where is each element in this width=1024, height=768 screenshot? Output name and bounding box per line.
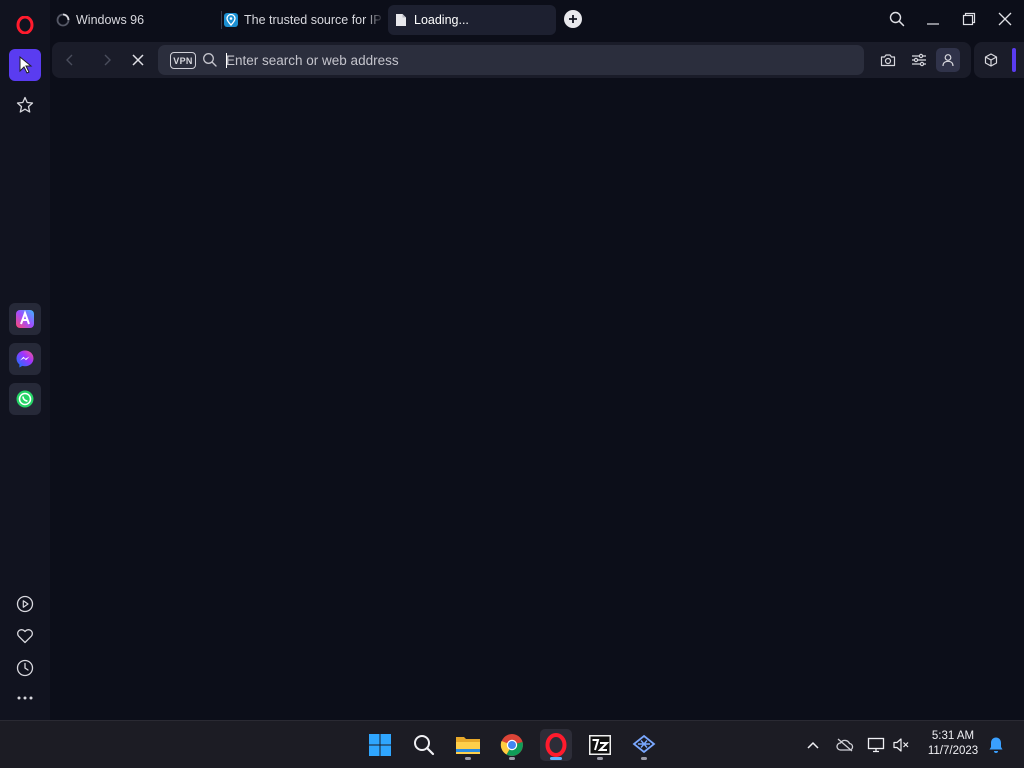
navigation-toolbar: VPN [52, 42, 971, 78]
messenger-icon[interactable] [9, 343, 41, 375]
forward-button[interactable] [96, 50, 118, 70]
close-window-button[interactable] [993, 8, 1017, 30]
windows-start-icon[interactable] [364, 729, 396, 761]
notification-bell-icon[interactable] [986, 735, 1006, 755]
system-clock[interactable]: 5:31 AM 11/7/2023 [922, 729, 984, 759]
active-indicator [550, 757, 562, 760]
address-bar: VPN [158, 45, 864, 75]
search-icon [202, 52, 218, 68]
profile-button[interactable] [936, 48, 960, 72]
restore-button[interactable] [957, 8, 981, 30]
clock-date: 11/7/2023 [927, 745, 979, 757]
search-icon[interactable] [408, 729, 440, 761]
running-indicator [509, 757, 515, 760]
page-icon [394, 13, 408, 27]
close-icon [132, 54, 144, 66]
onedrive-offline-icon[interactable] [835, 735, 855, 755]
easy-setup-button[interactable] [908, 50, 930, 70]
ipinfo-pin-icon [224, 13, 238, 27]
sidebar [0, 0, 50, 720]
windows-taskbar: 5:31 AM 11/7/2023 [0, 720, 1024, 768]
search-icon [889, 11, 905, 27]
cursor-icon [19, 56, 33, 74]
running-indicator [465, 757, 471, 760]
tab-windows-96[interactable]: Windows 96 [56, 5, 216, 35]
tab-title: Loading... [414, 13, 469, 27]
volume-muted-icon[interactable] [891, 735, 911, 755]
plus-icon [569, 15, 577, 23]
clock-time: 5:31 AM [931, 730, 975, 742]
history-clock-icon[interactable] [9, 652, 41, 684]
chevron-right-icon [104, 54, 111, 66]
tab-separator [221, 11, 222, 29]
back-button[interactable] [59, 50, 81, 70]
file-explorer-icon[interactable] [452, 729, 484, 761]
7zip-icon[interactable] [584, 729, 616, 761]
opera-icon[interactable] [540, 729, 572, 761]
camera-icon [880, 54, 896, 67]
network-icon[interactable] [866, 735, 886, 755]
close-icon [998, 12, 1012, 26]
tab-title-fade [366, 5, 384, 35]
vpn-badge[interactable]: VPN [170, 52, 196, 69]
tab-search-button[interactable] [885, 8, 909, 30]
chrome-icon[interactable] [496, 729, 528, 761]
cube-icon [984, 53, 998, 67]
loading-spinner-icon [56, 13, 70, 27]
address-input[interactable] [226, 50, 786, 70]
running-indicator [641, 757, 647, 760]
tab-loading[interactable]: Loading... [388, 5, 556, 35]
sidebar-accent-bar [1012, 48, 1016, 72]
snapshot-button[interactable] [877, 50, 899, 70]
chevron-left-icon [66, 54, 73, 66]
stop-loading-button[interactable] [127, 50, 149, 70]
chevron-up-icon[interactable] [803, 735, 823, 755]
whatsapp-icon[interactable] [9, 383, 41, 415]
extensions-button[interactable] [980, 50, 1002, 70]
heart-icon[interactable] [9, 620, 41, 652]
running-indicator [597, 757, 603, 760]
player-icon[interactable] [9, 588, 41, 620]
minimize-button[interactable] [921, 8, 945, 30]
network-app-icon[interactable] [628, 729, 660, 761]
user-icon [942, 54, 954, 67]
browser-window: Windows 96 The trusted source for IP a L… [0, 0, 1024, 720]
star-icon[interactable] [9, 89, 41, 121]
opera-logo-icon[interactable] [9, 9, 41, 41]
aria-icon[interactable] [9, 303, 41, 335]
text-caret [226, 53, 227, 68]
tab-title: The trusted source for IP a [244, 13, 384, 27]
restore-icon [962, 12, 976, 26]
more-dots-icon[interactable] [9, 682, 41, 714]
extensions-area [974, 42, 1024, 78]
aria-sidebar-button[interactable] [9, 49, 41, 81]
tab-title: Windows 96 [76, 13, 145, 27]
sliders-icon [912, 53, 926, 67]
tab-strip: Windows 96 The trusted source for IP a L… [50, 0, 1024, 40]
tab-ipinfo[interactable]: The trusted source for IP a [224, 5, 384, 35]
minimize-icon [927, 23, 939, 25]
new-tab-button[interactable] [564, 10, 582, 28]
